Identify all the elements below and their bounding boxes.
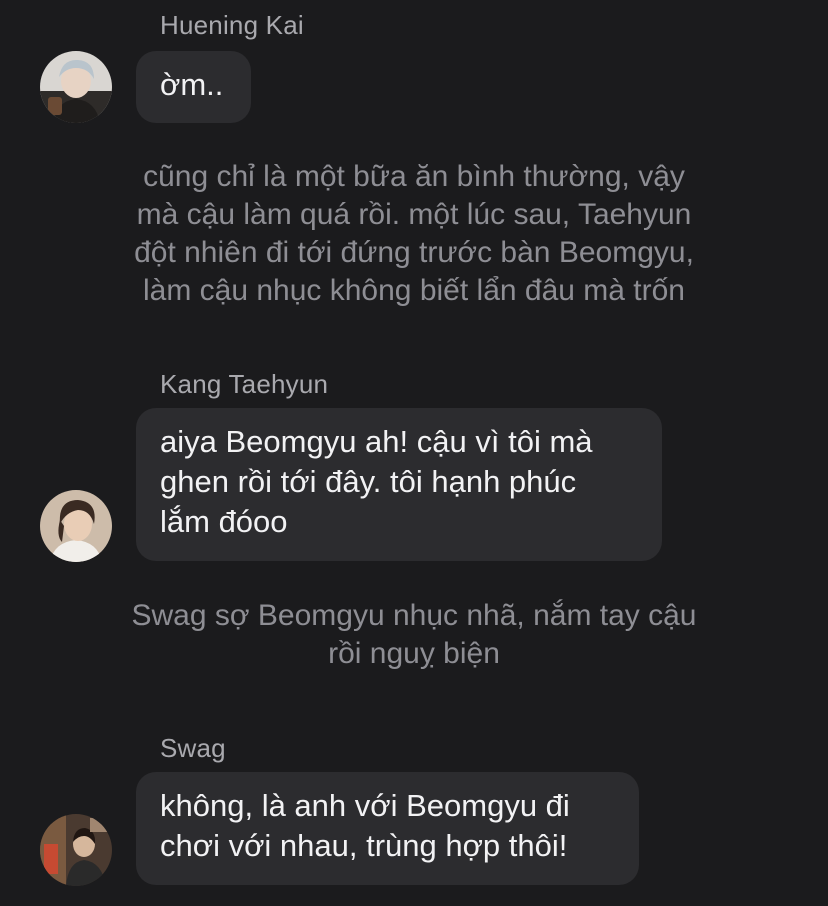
chat-thread: Huening Kai ờm.. cũng chỉ là một bữa ăn … [0, 0, 828, 906]
avatar[interactable] [40, 51, 112, 123]
avatar[interactable] [40, 490, 112, 562]
user-photo-avatar-icon [40, 814, 112, 886]
sender-name: Swag [160, 733, 226, 763]
avatar[interactable] [40, 814, 112, 886]
narration-text: cũng chỉ là một bữa ăn bình thường, vậy … [134, 160, 694, 307]
message-bubble[interactable]: aiya Beomgyu ah! cậu vì tôi mà ghen rồi … [136, 408, 662, 561]
narration-text: Swag sợ Beomgyu nhục nhã, nắm tay cậu rồ… [131, 599, 697, 670]
sender-name: Huening Kai [160, 10, 304, 40]
message-bubble[interactable]: ờm.. [136, 51, 251, 123]
user-photo-avatar-icon [40, 490, 112, 562]
message-bubble[interactable]: không, là anh với Beomgyu đi chơi với nh… [136, 772, 639, 885]
user-photo-avatar-icon [40, 51, 112, 123]
sender-name: Kang Taehyun [160, 369, 329, 399]
